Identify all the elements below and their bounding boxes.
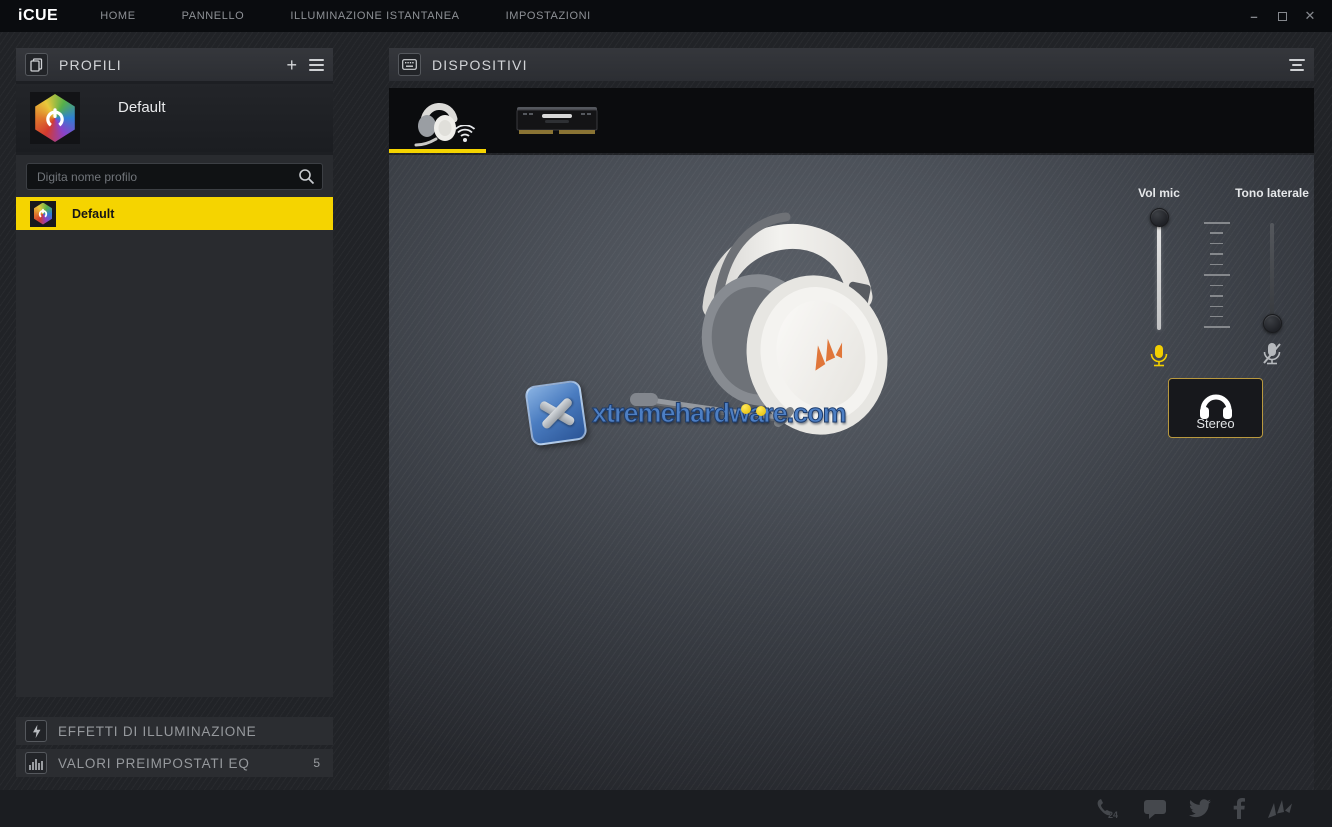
watermark-x-logo xyxy=(524,379,588,446)
maximize-icon[interactable] xyxy=(1274,8,1290,24)
profile-list-item[interactable]: Default xyxy=(16,197,333,230)
facebook-icon[interactable] xyxy=(1233,798,1245,819)
titlebar: iCUE HOME PANNELLO ILLUMINAZIONE ISTANTA… xyxy=(0,0,1332,32)
twitter-icon[interactable] xyxy=(1188,799,1212,819)
device-detail-view: xtremehardware.com Vol mic Tono laterale xyxy=(389,155,1314,790)
footer-bar: 24 xyxy=(0,790,1332,827)
nav-settings[interactable]: IMPOSTAZIONI xyxy=(506,10,591,22)
nav-dashboard[interactable]: PANNELLO xyxy=(182,10,245,22)
level-scale xyxy=(1203,222,1230,328)
device-tabs xyxy=(389,88,1314,153)
wireless-icon xyxy=(454,125,476,143)
mic-volume-label: Vol mic xyxy=(1099,186,1219,200)
devices-panel: DISPOSITIVI xyxy=(389,48,1314,790)
profile-search-input[interactable] xyxy=(26,163,323,190)
nav-home[interactable]: HOME xyxy=(100,10,135,22)
watermark-dot xyxy=(741,404,751,414)
sidetone-label: Tono laterale xyxy=(1212,186,1332,200)
svg-text:24: 24 xyxy=(1108,810,1118,820)
device-tab-memory[interactable] xyxy=(507,88,607,153)
nav-instant-lighting[interactable]: ILLUMINAZIONE ISTANTANEA xyxy=(290,10,459,22)
profiles-icon xyxy=(25,53,48,76)
sidetone-track[interactable] xyxy=(1270,223,1274,326)
device-tab-headset[interactable] xyxy=(389,88,486,153)
mic-active-icon xyxy=(1148,344,1170,368)
headphones-icon xyxy=(1197,388,1235,420)
profiles-menu-icon[interactable] xyxy=(309,59,324,71)
keyboard-icon xyxy=(398,53,421,76)
eq-presets-label: VALORI PREIMPOSTATI EQ xyxy=(58,756,250,771)
devices-header: DISPOSITIVI xyxy=(389,48,1314,81)
mic-volume-knob[interactable] xyxy=(1150,208,1169,227)
app-logo: iCUE xyxy=(18,7,58,25)
lighting-effects-button[interactable]: EFFETTI DI ILLUMINAZIONE xyxy=(16,717,333,745)
devices-menu-icon[interactable] xyxy=(1289,59,1305,71)
chat-icon[interactable] xyxy=(1143,799,1167,819)
watermark-text: xtremehardware.com xyxy=(592,398,846,429)
window-controls: – ✕ xyxy=(1246,8,1318,24)
eq-presets-button[interactable]: VALORI PREIMPOSTATI EQ 5 xyxy=(16,749,333,777)
profiles-title: PROFILI xyxy=(59,57,122,73)
active-profile-name: Default xyxy=(118,99,166,116)
lightning-icon xyxy=(25,720,47,742)
profile-item-tile xyxy=(30,201,56,227)
lighting-effects-label: EFFETTI DI ILLUMINAZIONE xyxy=(58,724,256,739)
top-navigation: HOME PANNELLO ILLUMINAZIONE ISTANTANEA I… xyxy=(100,10,591,22)
mic-volume-track[interactable] xyxy=(1157,217,1161,330)
stereo-mode-button[interactable]: Stereo xyxy=(1168,378,1263,438)
memory-thumbnail xyxy=(515,101,599,141)
icue-logo-icon xyxy=(33,203,53,225)
icue-logo-icon xyxy=(33,94,77,142)
corsair-logo-icon[interactable] xyxy=(1266,798,1294,820)
profile-search xyxy=(26,163,323,190)
active-profile-card[interactable]: Default xyxy=(16,84,333,152)
close-icon[interactable]: ✕ xyxy=(1302,8,1318,24)
watermark-dot xyxy=(756,406,766,416)
eq-presets-count: 5 xyxy=(313,756,320,770)
support-24h-icon[interactable]: 24 xyxy=(1096,798,1122,820)
minimize-icon[interactable]: – xyxy=(1246,8,1262,24)
equalizer-icon xyxy=(25,752,47,774)
profile-logo-tile xyxy=(30,92,80,144)
sidetone-knob[interactable] xyxy=(1263,314,1282,333)
add-profile-button[interactable]: + xyxy=(286,56,297,74)
profiles-header: PROFILI + xyxy=(16,48,333,81)
profile-item-name: Default xyxy=(72,207,114,221)
profiles-panel: PROFILI + Default Default xyxy=(16,48,333,697)
mic-muted-icon xyxy=(1261,342,1283,366)
search-icon[interactable] xyxy=(298,168,315,185)
devices-title: DISPOSITIVI xyxy=(432,57,528,73)
profiles-list: Default xyxy=(16,155,333,697)
